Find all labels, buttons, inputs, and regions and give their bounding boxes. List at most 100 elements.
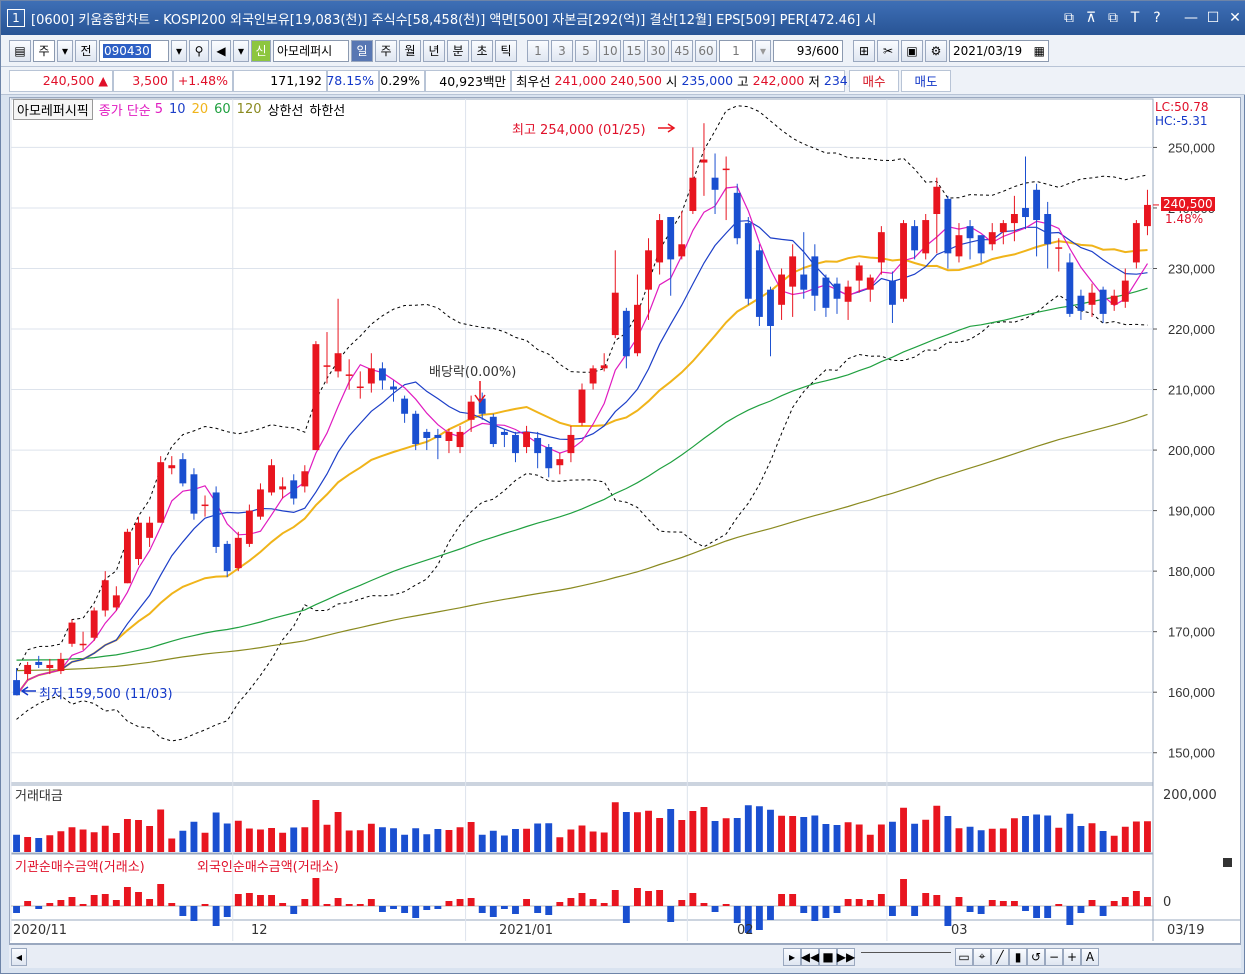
- reset-icon[interactable]: ↺: [1027, 947, 1045, 966]
- credit-badge[interactable]: 신: [251, 39, 271, 62]
- date-value: 2021/03/19: [953, 43, 1023, 58]
- minimize-icon[interactable]: —: [1180, 10, 1202, 26]
- chart-window: 1 [0600] 키움종합차트 - KOSPI200 외국인보유[19,083(…: [0, 0, 1245, 974]
- print-icon[interactable]: ▭: [955, 947, 973, 966]
- xaxis-label-feb: 02: [737, 923, 754, 938]
- lc-hc-box: LC:50.78 HC:-5.31: [1155, 100, 1208, 128]
- low-annotation: 최저 159,500 (11/03): [39, 687, 173, 702]
- text-icon[interactable]: T: [1124, 10, 1146, 26]
- calendar-icon[interactable]: ▦: [1034, 44, 1045, 58]
- zoom-out-icon[interactable]: −: [1045, 947, 1063, 966]
- flow-title-inst[interactable]: 기관순매수금액(거래소): [15, 856, 145, 875]
- crosshair-icon[interactable]: ⌖: [973, 947, 991, 966]
- interval-15[interactable]: 15: [623, 39, 645, 62]
- grid-settings-icon[interactable]: ⊞: [853, 39, 875, 62]
- legend-upper: 상한선: [267, 104, 304, 119]
- period-week[interactable]: 주: [375, 39, 397, 62]
- best-label: 최우선: [516, 74, 551, 89]
- period-day[interactable]: 일: [351, 39, 373, 62]
- interval-30[interactable]: 30: [647, 39, 669, 62]
- period-selector[interactable]: 주: [33, 39, 55, 62]
- window-number[interactable]: 1: [7, 9, 25, 27]
- lc-value: LC:50.78: [1155, 100, 1209, 114]
- volume-axis-label: 200,000: [1163, 788, 1217, 803]
- open-value: 235,000: [681, 73, 734, 88]
- interval-dropdown-icon[interactable]: ▾: [755, 39, 771, 62]
- scroll-left-icon[interactable]: ◂: [11, 947, 27, 966]
- period-month[interactable]: 월: [399, 39, 421, 62]
- stock-name[interactable]: 아모레퍼시: [273, 39, 349, 62]
- bar-tool-icon[interactable]: ▮: [1009, 947, 1027, 966]
- volume-panel-title[interactable]: 거래대금: [15, 785, 63, 804]
- chart-legend: 아모레퍼시픽 종가 단순 5 10 20 60 120 상한선 하한선: [13, 99, 345, 120]
- best-ask: 241,000: [554, 73, 607, 88]
- chart-type-icon[interactable]: ▤: [9, 39, 31, 62]
- maximize-icon[interactable]: ☐: [1202, 10, 1224, 26]
- price-value: 240,500: [42, 73, 95, 88]
- interval-input[interactable]: 1: [719, 39, 753, 62]
- interval-3[interactable]: 3: [551, 39, 573, 62]
- legend-lower: 하한선: [309, 104, 346, 119]
- legend-ma20: 20: [191, 102, 209, 117]
- link-icon[interactable]: ⧉: [1058, 10, 1080, 26]
- pin-icon[interactable]: ⊼: [1080, 10, 1102, 26]
- tools-icon[interactable]: ✂: [877, 39, 899, 62]
- search-icon[interactable]: ⚲: [189, 39, 209, 62]
- save-icon[interactable]: ▣: [901, 39, 923, 62]
- count-field[interactable]: 93/600: [773, 39, 843, 62]
- auto-scale-icon[interactable]: A: [1081, 947, 1099, 966]
- flow-axis-label: 0: [1163, 895, 1172, 910]
- ratio2-value: 0.29%: [379, 69, 425, 92]
- close-icon[interactable]: ✕: [1224, 10, 1245, 26]
- flow-title-foreign[interactable]: 외국인순매수금액(거래소): [197, 856, 339, 875]
- code-input[interactable]: 090430: [99, 39, 169, 62]
- period-year[interactable]: 년: [423, 39, 445, 62]
- xaxis-label-jan: 2021/01: [499, 923, 554, 938]
- xaxis-right-label: 03/19: [1167, 923, 1205, 938]
- high-label: 고: [737, 74, 749, 89]
- stop-icon[interactable]: ■: [819, 947, 837, 966]
- prev-button[interactable]: 전: [75, 39, 97, 62]
- gear-icon[interactable]: ⚙: [925, 39, 947, 62]
- chart-area[interactable]: [9, 97, 1241, 944]
- period-tick[interactable]: 틱: [495, 39, 517, 62]
- change-pct: +1.48%: [173, 69, 233, 92]
- zoom-in-icon[interactable]: +: [1063, 947, 1081, 966]
- scroll-right-icon[interactable]: ▸: [783, 947, 801, 966]
- period-minute[interactable]: 분: [447, 39, 469, 62]
- zoom-slider[interactable]: [861, 951, 951, 962]
- low-label: 저: [808, 74, 820, 89]
- speaker-dropdown-icon[interactable]: ▾: [233, 39, 249, 62]
- xaxis-label-dec: 12: [251, 923, 268, 938]
- legend-stock-name[interactable]: 아모레퍼시픽: [13, 99, 93, 120]
- line-tool-icon[interactable]: ╱: [991, 947, 1009, 966]
- interval-1[interactable]: 1: [527, 39, 549, 62]
- ratio1-value: 78.15%: [326, 69, 379, 92]
- interval-45[interactable]: 45: [671, 39, 693, 62]
- interval-60[interactable]: 60: [695, 39, 717, 62]
- fast-forward-icon[interactable]: ▶▶: [837, 947, 855, 966]
- legend-ma120: 120: [236, 102, 262, 117]
- buy-button[interactable]: 매수: [849, 69, 899, 92]
- rewind-icon[interactable]: ◀◀: [801, 947, 819, 966]
- period-second[interactable]: 초: [471, 39, 493, 62]
- dividend-annotation: 배당락(0.00%): [429, 365, 517, 380]
- chevron-down-icon[interactable]: ▾: [57, 39, 73, 62]
- restore-icon[interactable]: ⧉: [1102, 10, 1124, 26]
- last-price-tag: 240,500: [1161, 197, 1215, 211]
- count-total: /600: [812, 43, 839, 58]
- help-icon[interactable]: ?: [1146, 10, 1168, 26]
- hc-value: HC:-5.31: [1155, 114, 1208, 128]
- speaker-icon[interactable]: ◀: [211, 39, 231, 62]
- volume-value: 171,192: [233, 69, 327, 92]
- current-price: 240,500 ▲: [9, 69, 113, 92]
- legend-ma5: 5: [154, 102, 164, 117]
- xaxis-label-mar: 03: [951, 923, 968, 938]
- sell-button[interactable]: 매도: [901, 69, 951, 92]
- bottom-scrollbar[interactable]: ◂ ▸ ◀◀ ■ ▶▶ ▭ ⌖ ╱ ▮ ↺ − + A: [9, 944, 1241, 968]
- interval-5[interactable]: 5: [575, 39, 597, 62]
- xaxis-label-nov: 2020/11: [13, 923, 68, 938]
- date-field[interactable]: 2021/03/19 ▦: [949, 39, 1049, 62]
- code-dropdown-icon[interactable]: ▾: [171, 39, 187, 62]
- interval-10[interactable]: 10: [599, 39, 621, 62]
